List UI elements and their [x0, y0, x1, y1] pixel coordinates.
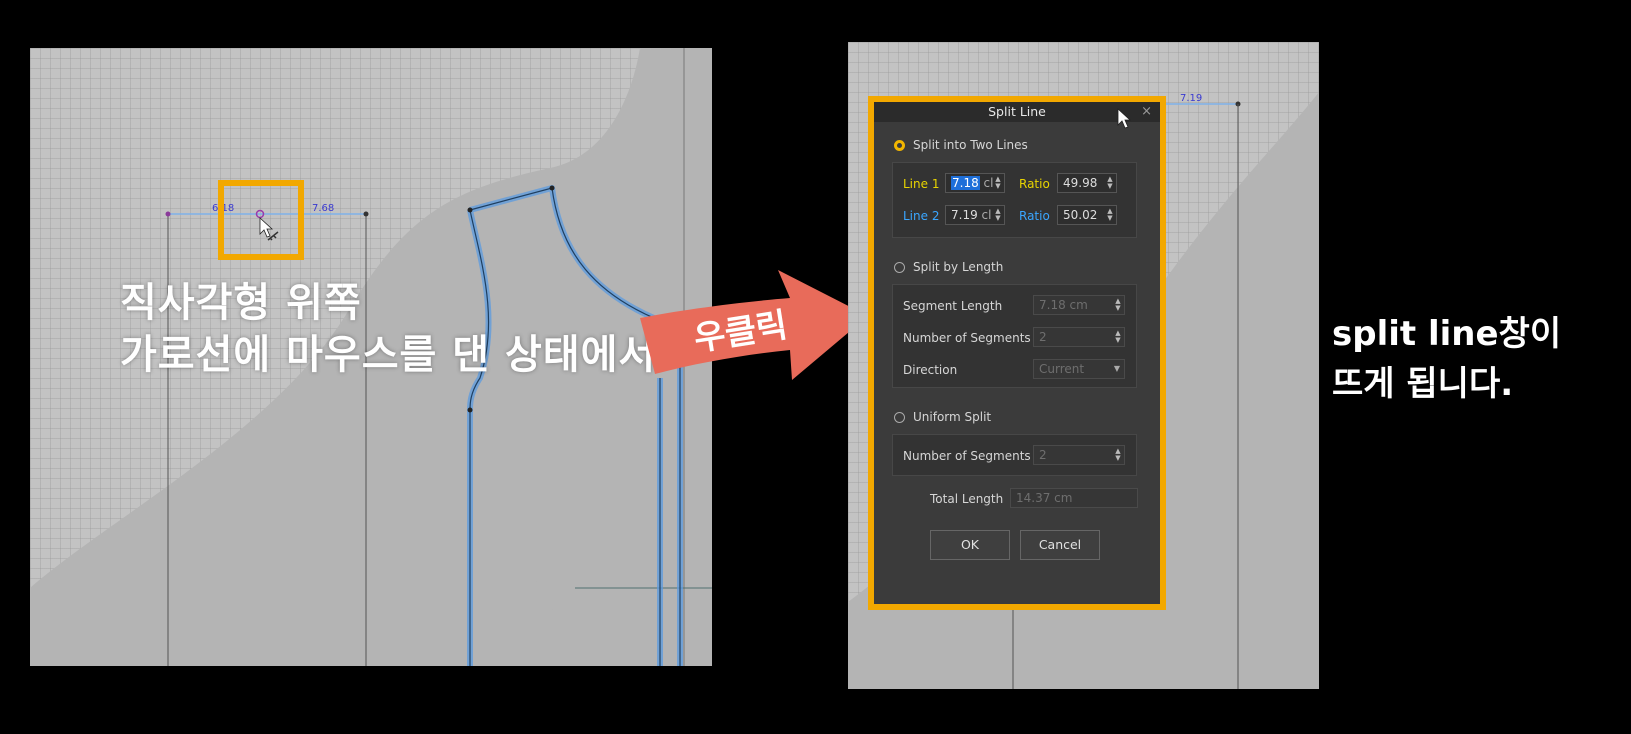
line1-label: Line 1 [903, 177, 940, 191]
close-icon[interactable]: × [1141, 102, 1152, 122]
endpoint-right [363, 211, 369, 217]
num-segments-input[interactable]: 2 ▲ ▼ [1033, 327, 1125, 347]
num-segments-label: Number of Segments [903, 331, 1031, 345]
chevron-down-icon: ▼ [1113, 364, 1120, 373]
line2-ratio-value: 50.02 [1063, 208, 1098, 222]
left-caption-line2: 가로선에 마우스를 댄 상태에서 [120, 332, 657, 378]
line1-ratio-label: Ratio [1019, 177, 1050, 191]
split-two-group: Line 1 7.18 cl ▲ ▼ Ratio 49.98 ▲ ▼ Line 2 … [892, 162, 1137, 238]
cancel-button[interactable]: Cancel [1020, 530, 1100, 560]
hover-highlight-box [218, 180, 304, 260]
uniform-num-segments-input[interactable]: 2 ▲ ▼ [1033, 445, 1125, 465]
line1-unit: cl [983, 176, 994, 190]
line2-length-input[interactable]: 7.19 cl ▲ ▼ [945, 205, 1005, 225]
right-caption-line2: 뜨게 됩니다. [1332, 364, 1514, 404]
line1-ratio-input[interactable]: 49.98 ▲ ▼ [1057, 173, 1117, 193]
segment-length-input[interactable]: 7.18 cm ▲ ▼ [1033, 295, 1125, 315]
spinner-icon[interactable]: ▲ ▼ [994, 176, 1002, 190]
radio-uniform-label: Uniform Split [913, 410, 992, 424]
line1-length-value: 7.18 [951, 176, 980, 190]
right-caption-line1: split line창이 [1332, 314, 1562, 354]
direction-label: Direction [903, 363, 958, 377]
dim-right-label: 7.68 [312, 203, 334, 214]
spinner-icon[interactable]: ▲ ▼ [1106, 208, 1114, 222]
radio-split-two-label: Split into Two Lines [913, 138, 1028, 152]
spinner-icon[interactable]: ▲ ▼ [994, 208, 1002, 222]
num-segments-value: 2 [1039, 330, 1047, 344]
uniform-num-segments-label: Number of Segments [903, 449, 1031, 463]
endpoint-left [165, 211, 171, 217]
sleeve-point-b [549, 185, 555, 191]
total-length-field: 14.37 cm [1010, 488, 1138, 508]
split-length-group: Segment Length 7.18 cm ▲ ▼ Number of Segm… [892, 284, 1137, 388]
mouse-cursor-icon [1117, 108, 1132, 129]
spinner-icon[interactable]: ▲ ▼ [1114, 448, 1122, 462]
line1-ratio-value: 49.98 [1063, 176, 1098, 190]
dim-label-right: 7.19 [1180, 93, 1202, 104]
ok-button[interactable]: OK [930, 530, 1010, 560]
uniform-num-segments-value: 2 [1039, 448, 1047, 462]
segment-length-label: Segment Length [903, 299, 1003, 313]
direction-select[interactable]: Current ▼ [1033, 359, 1125, 379]
radio-selected-icon [894, 139, 905, 151]
radio-split-two-lines[interactable]: Split into Two Lines [894, 138, 1028, 152]
sleeve-point-c [467, 407, 473, 413]
dialog-title-text: Split Line [988, 104, 1046, 119]
line2-label: Line 2 [903, 209, 940, 223]
spinner-icon[interactable]: ▲ ▼ [1114, 298, 1122, 312]
split-line-dialog: Split Line × Split into Two Lines Line 1… [874, 102, 1160, 604]
line2-ratio-input[interactable]: 50.02 ▲ ▼ [1057, 205, 1117, 225]
segment-length-value: 7.18 cm [1039, 298, 1088, 312]
radio-uniform-split[interactable]: Uniform Split [894, 410, 991, 424]
direction-value: Current [1039, 362, 1085, 376]
sleeve-point-a [467, 207, 473, 213]
uniform-group: Number of Segments 2 ▲ ▼ [892, 434, 1137, 476]
line2-ratio-label: Ratio [1019, 209, 1050, 223]
radio-unselected-icon [894, 261, 905, 273]
spinner-icon[interactable]: ▲ ▼ [1114, 330, 1122, 344]
total-length-value: 14.37 cm [1016, 491, 1073, 505]
left-caption-line1: 직사각형 위쪽 [120, 280, 362, 326]
line2-unit: cl [981, 208, 992, 222]
spinner-icon[interactable]: ▲ ▼ [1106, 176, 1114, 190]
radio-split-length-label: Split by Length [913, 260, 1004, 274]
total-length-label: Total Length [930, 492, 1004, 506]
line2-length-value: 7.19 [951, 208, 978, 222]
line1-length-input[interactable]: 7.18 cl ▲ ▼ [945, 173, 1005, 193]
radio-split-by-length[interactable]: Split by Length [894, 260, 1003, 274]
radio-unselected-icon [894, 411, 905, 423]
